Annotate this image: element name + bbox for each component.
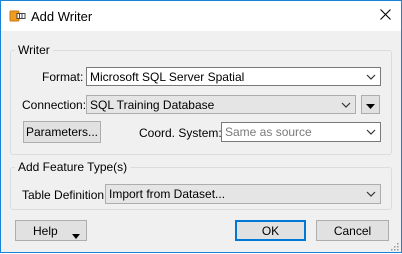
connection-label: Connection: — [22, 98, 87, 112]
coord-system-label: Coord. System: — [139, 126, 222, 140]
chevron-down-icon — [337, 96, 355, 113]
format-value: Microsoft SQL Server Spatial — [90, 69, 245, 84]
title-bar: Add Writer — [1, 1, 401, 31]
resize-grip-icon[interactable] — [389, 240, 399, 251]
dialog-title: Add Writer — [31, 9, 93, 24]
close-button[interactable] — [369, 1, 401, 31]
table-definition-value: Import from Dataset... — [109, 187, 226, 201]
help-button-label: Help — [33, 223, 58, 238]
table-definition-label: Table Definition: — [22, 188, 108, 202]
triangle-down-icon — [72, 228, 80, 242]
cancel-button[interactable]: Cancel — [316, 220, 389, 241]
ok-button[interactable]: OK — [235, 220, 306, 241]
coord-system-dropdown[interactable]: Same as source — [221, 122, 381, 142]
close-icon — [379, 9, 391, 23]
connection-menu-button[interactable] — [361, 95, 380, 114]
chevron-down-icon — [362, 124, 380, 141]
fme-writer-icon — [9, 8, 27, 24]
feature-type-group-legend: Add Feature Type(s) — [18, 160, 128, 174]
connection-value: SQL Training Database — [90, 97, 215, 112]
triangle-down-icon — [366, 98, 375, 112]
chevron-down-icon — [362, 68, 380, 85]
chevron-down-icon — [362, 186, 380, 203]
connection-dropdown[interactable]: SQL Training Database — [86, 95, 356, 114]
format-label: Format: — [42, 70, 84, 84]
help-button[interactable]: Help — [15, 220, 87, 241]
add-writer-dialog: Add Writer Writer Format: Microsoft SQL … — [0, 0, 402, 253]
writer-group-legend: Writer — [18, 43, 50, 57]
parameters-button[interactable]: Parameters... — [23, 121, 101, 143]
table-definition-dropdown[interactable]: Import from Dataset... — [105, 184, 381, 204]
coord-system-value: Same as source — [225, 125, 312, 139]
format-dropdown[interactable]: Microsoft SQL Server Spatial — [86, 67, 381, 86]
